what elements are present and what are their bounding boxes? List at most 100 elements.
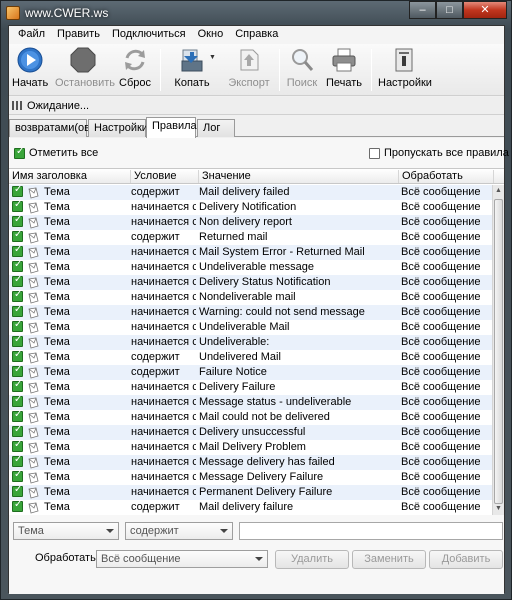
row-checkbox[interactable] — [12, 364, 23, 377]
table-row[interactable]: Тема содержит Mail delivery failed Всё сооб… — [9, 184, 494, 200]
table-row[interactable]: Тема начинается сPermanent Delivery Failu… — [9, 484, 494, 500]
row-checkbox[interactable] — [12, 199, 23, 212]
app-icon — [6, 6, 20, 20]
skip-all-checkbox[interactable] — [369, 148, 380, 159]
scrollbar-thumb[interactable] — [494, 199, 503, 504]
cell-value: Undeliverable: — [199, 336, 270, 348]
table-row[interactable]: Тема начинается сUndeliverable message Всё… — [9, 259, 494, 275]
menu-window[interactable]: Окно — [192, 26, 230, 44]
row-checkbox[interactable] — [12, 469, 23, 482]
table-row[interactable]: Тема начинается сMail Delivery Problem Всё… — [9, 439, 494, 455]
row-checkbox[interactable] — [12, 439, 23, 452]
tab-log[interactable]: Лог — [197, 119, 235, 137]
menu-edit[interactable]: Править — [51, 26, 106, 44]
table-row[interactable]: Тема начинается сDelivery Notification Всё… — [9, 199, 494, 215]
table-row[interactable]: Тема начинается сMail could not be delive… — [9, 409, 494, 425]
condition-select-value: содержит — [130, 525, 179, 537]
field-select[interactable]: Тема — [13, 522, 119, 540]
column-header-action[interactable]: Обработать — [399, 170, 494, 183]
table-row[interactable]: Тема начинается сUndeliverable: Всё сообще… — [9, 334, 494, 350]
print-button[interactable]: Печать — [325, 47, 363, 93]
table-row[interactable]: Тема содержит Failure Notice Всё сообщение — [9, 364, 494, 380]
table-row[interactable]: Тема начинается сDelivery Status Notifica… — [9, 274, 494, 290]
row-checkbox[interactable] — [12, 304, 23, 317]
table-row[interactable]: Тема начинается сDelivery Failure Всё сооб… — [9, 379, 494, 395]
table-row[interactable]: Тема начинается сMessage status - undeliv… — [9, 394, 494, 410]
menu-connect[interactable]: Подключиться — [106, 26, 192, 44]
field-select-value: Тема — [18, 525, 44, 537]
cell-value: Delivery unsuccessful — [199, 426, 306, 438]
scroll-down-arrow-icon[interactable]: ▼ — [493, 503, 504, 515]
row-checkbox[interactable] — [12, 409, 23, 422]
column-header-value[interactable]: Значение — [199, 170, 399, 183]
condition-select[interactable]: содержит — [125, 522, 233, 540]
row-checkbox[interactable] — [12, 274, 23, 287]
cell-action: Всё сообщение — [401, 411, 481, 423]
cell-field: Тема — [44, 231, 70, 243]
copy-dropdown-arrow-icon[interactable]: ▼ — [209, 54, 216, 61]
row-checkbox[interactable] — [12, 334, 23, 347]
table-row[interactable]: Тема начинается сNon delivery report Всё с… — [9, 214, 494, 230]
row-checkbox[interactable] — [12, 379, 23, 392]
check-all-checkbox[interactable] — [14, 146, 25, 159]
stop-button[interactable]: Остановить — [55, 47, 115, 93]
table-row[interactable]: Тема содержит Undelivered Mail Всё сообщени… — [9, 349, 494, 365]
envelope-icon — [28, 322, 39, 334]
row-checkbox[interactable] — [12, 259, 23, 272]
value-input[interactable] — [239, 522, 503, 540]
tab-settings[interactable]: Настройки — [88, 119, 148, 137]
menu-file[interactable]: Файл — [12, 26, 51, 44]
row-checkbox[interactable] — [12, 184, 23, 197]
export-button[interactable]: Экспорт — [227, 47, 271, 93]
row-checkbox[interactable] — [12, 424, 23, 437]
action-label: Обработать: — [35, 552, 99, 564]
row-checkbox[interactable] — [12, 289, 23, 302]
vertical-scrollbar[interactable]: ▲ ▼ — [492, 185, 504, 515]
menu-help[interactable]: Справка — [229, 26, 284, 44]
cell-condition: начинается с — [131, 291, 196, 303]
search-button[interactable]: Поиск — [286, 47, 318, 93]
tab-rules[interactable]: Правила — [146, 117, 197, 138]
row-checkbox[interactable] — [12, 499, 23, 512]
table-row[interactable]: Тема начинается сMail System Error - Retu… — [9, 244, 494, 260]
add-button[interactable]: Добавить — [429, 550, 503, 569]
table-row[interactable]: Тема начинается сDelivery unsuccessful Всё… — [9, 424, 494, 440]
settings-button[interactable]: Настройки — [378, 47, 432, 93]
reset-button[interactable]: Сброс — [117, 47, 153, 93]
row-checkbox[interactable] — [12, 454, 23, 467]
check-all-label: Отметить все — [29, 147, 99, 159]
row-checkbox[interactable] — [12, 484, 23, 497]
scroll-up-arrow-icon[interactable]: ▲ — [493, 185, 504, 197]
table-row[interactable]: Тема начинается сWarning: could not send … — [9, 304, 494, 320]
table-row[interactable]: Тема содержит Mail delivery failure Всё соо… — [9, 499, 494, 515]
row-checkbox[interactable] — [12, 394, 23, 407]
close-button[interactable]: ✕ — [463, 1, 507, 19]
row-checkbox[interactable] — [12, 229, 23, 242]
client-area: Файл Править Подключиться Окно Справка Н… — [8, 25, 509, 594]
row-checkbox[interactable] — [12, 319, 23, 332]
replace-button[interactable]: Заменить — [352, 550, 426, 569]
table-row[interactable]: Тема начинается сNondeliverable mail Всё с… — [9, 289, 494, 305]
table-row[interactable]: Тема содержит Returned mail Всё сообщение — [9, 229, 494, 245]
skip-all-label: Пропускать все правила — [384, 147, 509, 159]
row-checkbox[interactable] — [12, 214, 23, 227]
delete-button[interactable]: Удалить — [275, 550, 349, 569]
minimize-button[interactable]: – — [409, 1, 436, 19]
start-button[interactable]: Начать — [12, 47, 48, 93]
column-header-field[interactable]: Имя заголовка — [9, 170, 131, 183]
envelope-icon — [28, 352, 39, 364]
row-checkbox[interactable] — [12, 244, 23, 257]
table-row[interactable]: Тема начинается сUndeliverable Mail Всё со… — [9, 319, 494, 335]
table-row[interactable]: Тема начинается сMessage delivery has fai… — [9, 454, 494, 470]
cell-field: Тема — [44, 396, 70, 408]
row-checkbox[interactable] — [12, 349, 23, 362]
tab-returns[interactable]: возвратами(ов) — [9, 119, 94, 137]
column-header-condition[interactable]: Условие — [131, 170, 199, 183]
search-label: Поиск — [286, 77, 318, 89]
title-bar[interactable]: www.CWER.ws – □ ✕ — [1, 1, 511, 25]
maximize-button[interactable]: □ — [436, 1, 463, 19]
cell-field: Тема — [44, 441, 70, 453]
action-select[interactable]: Всё сообщение — [96, 550, 268, 568]
cell-action: Всё сообщение — [401, 366, 481, 378]
table-row[interactable]: Тема начинается сMessage Delivery Failure… — [9, 469, 494, 485]
